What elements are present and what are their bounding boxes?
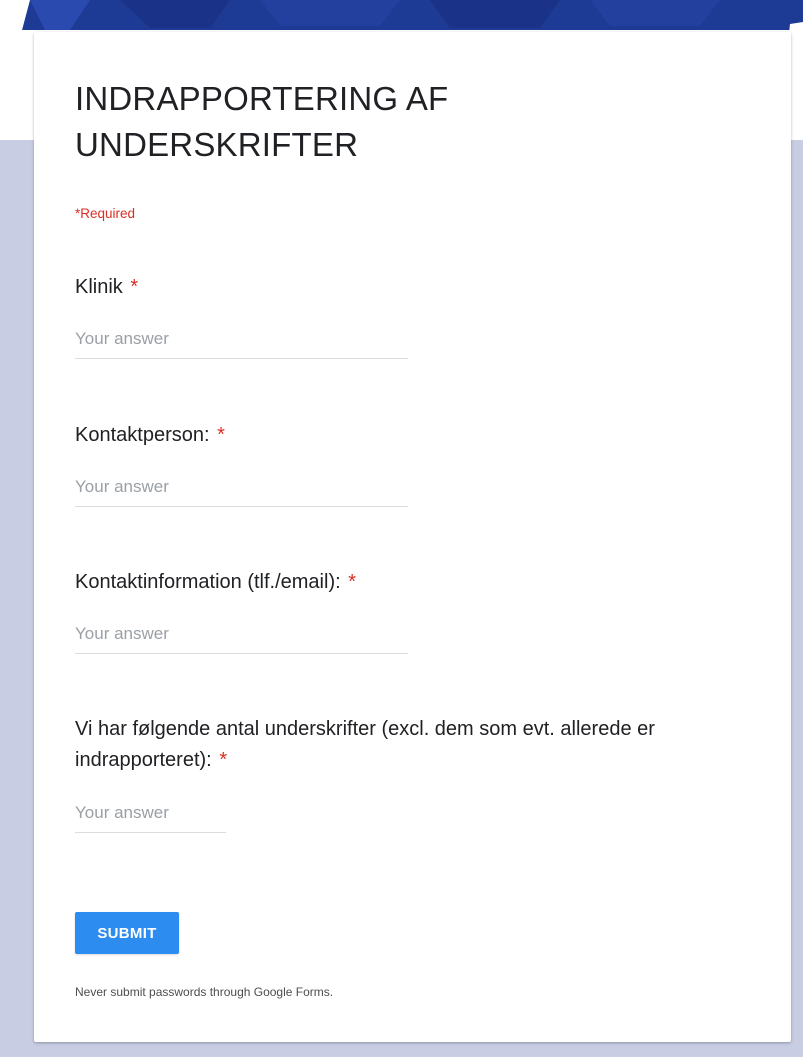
question-kontaktinformation: Kontaktinformation (tlf./email): * bbox=[75, 567, 755, 654]
question-label: Kontaktinformation (tlf./email): * bbox=[75, 567, 755, 598]
question-label: Kontaktperson: * bbox=[75, 420, 755, 451]
required-asterisk: * bbox=[348, 571, 357, 593]
klinik-input[interactable] bbox=[75, 324, 408, 359]
form-card: INDRAPPORTERING AF UNDERSKRIFTER *Requir… bbox=[34, 32, 791, 1042]
question-label: Klinik * bbox=[75, 272, 755, 303]
kontaktperson-input[interactable] bbox=[75, 472, 408, 507]
kontaktinformation-input[interactable] bbox=[75, 619, 408, 654]
required-asterisk: * bbox=[217, 424, 225, 446]
required-note: *Required bbox=[75, 206, 136, 221]
question-label-text: Kontaktinformation (tlf./email): bbox=[75, 571, 341, 593]
required-asterisk: * bbox=[219, 749, 228, 771]
question-label-text: Vi har følgende antal underskrifter (exc… bbox=[75, 718, 655, 771]
antal-underskrifter-input[interactable] bbox=[75, 798, 226, 833]
question-label: Vi har følgende antal underskrifter (exc… bbox=[75, 714, 755, 776]
required-asterisk: * bbox=[130, 276, 139, 298]
question-klinik: Klinik * bbox=[75, 272, 755, 359]
submit-button[interactable]: SUBMIT bbox=[75, 912, 179, 954]
question-label-text: Klinik bbox=[75, 276, 123, 298]
question-label-text: Kontaktperson: bbox=[75, 424, 210, 446]
form-title: INDRAPPORTERING AF UNDERSKRIFTER bbox=[75, 80, 449, 163]
question-antal-underskrifter: Vi har følgende antal underskrifter (exc… bbox=[75, 714, 755, 833]
question-kontaktperson: Kontaktperson: * bbox=[75, 420, 755, 507]
password-warning-note: Never submit passwords through Google Fo… bbox=[75, 985, 334, 999]
